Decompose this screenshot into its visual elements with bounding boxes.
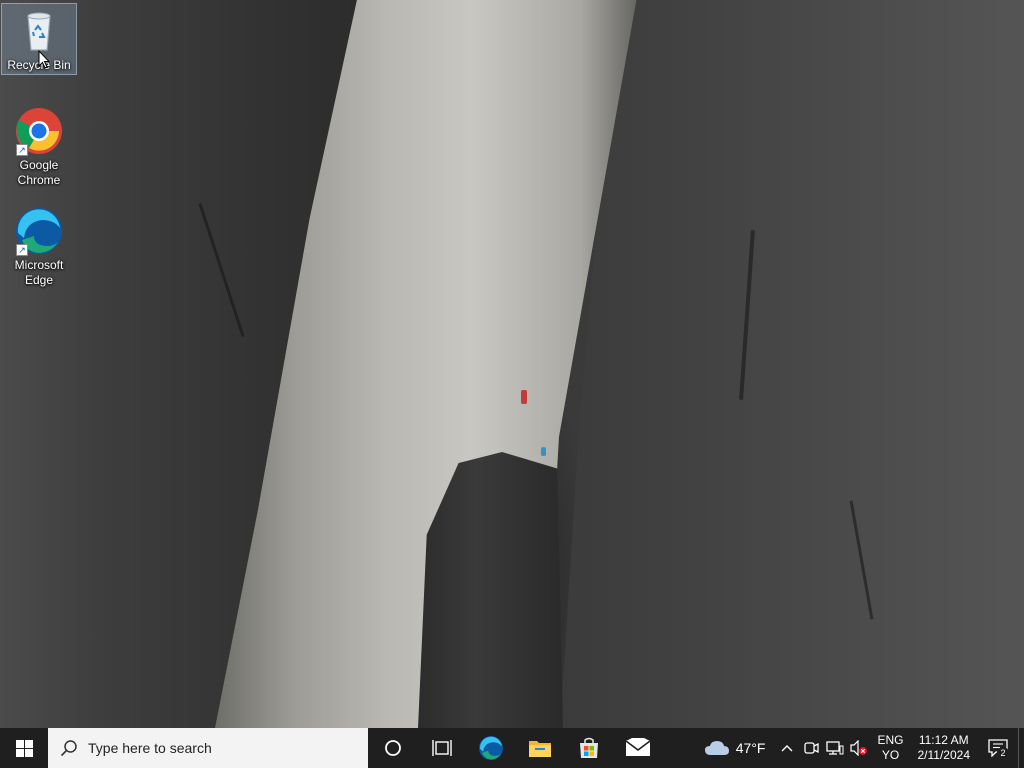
- mail-icon: [625, 738, 650, 756]
- wallpaper-climber: [541, 447, 546, 456]
- input-language-indicator[interactable]: ENG YO: [871, 733, 909, 763]
- taskbar-microsoft-store-button[interactable]: [564, 728, 613, 768]
- weather-widget[interactable]: 47°F: [698, 739, 776, 757]
- keyboard-layout-code: YO: [881, 748, 900, 762]
- cortana-button[interactable]: [368, 728, 417, 768]
- task-view-button[interactable]: [417, 728, 466, 768]
- file-explorer-icon: [528, 741, 551, 757]
- task-view-icon: [431, 740, 452, 756]
- windows-logo-icon: [15, 739, 33, 757]
- search-placeholder: Type here to search: [88, 740, 212, 756]
- chrome-icon: ↗: [14, 106, 64, 156]
- language-code: ENG: [877, 733, 904, 747]
- taskbar-edge-button[interactable]: [466, 728, 515, 768]
- tray-volume-button[interactable]: [847, 728, 871, 768]
- tray-device-button[interactable]: [799, 728, 823, 768]
- weather-temperature: 47°F: [735, 740, 766, 756]
- clock-time: 11:12 AM: [918, 733, 969, 747]
- system-tray: 47°F ENG YO 11:12 AM 2/11/2024 2: [698, 728, 1024, 768]
- show-desktop-button[interactable]: [1018, 728, 1024, 768]
- edge-icon: [478, 736, 503, 760]
- shortcut-arrow-icon: ↗: [16, 144, 28, 156]
- mouse-cursor-icon: [38, 50, 50, 69]
- clock[interactable]: 11:12 AM 2/11/2024: [910, 733, 979, 763]
- desktop-icon-microsoft-edge[interactable]: ↗ Microsoft Edge: [2, 204, 76, 288]
- volume-muted-icon: [850, 740, 868, 756]
- shortcut-arrow-icon: ↗: [16, 244, 28, 256]
- show-hidden-icons-button[interactable]: [775, 728, 799, 768]
- desktop-icon-label: Google Chrome: [17, 158, 61, 187]
- desktop[interactable]: Recycle Bin ↗ Google Chrome ↗ Microsoft …: [0, 0, 1024, 728]
- notification-count-badge: 2: [997, 747, 1009, 759]
- taskbar-search-box[interactable]: Type here to search: [48, 728, 368, 768]
- tray-network-button[interactable]: [823, 728, 847, 768]
- taskbar: Type here to search 47°F ENG YO 11:12 AM…: [0, 728, 1024, 768]
- meet-now-icon: [804, 742, 820, 754]
- network-icon: [826, 741, 844, 755]
- start-button[interactable]: [0, 728, 48, 768]
- action-center-button[interactable]: 2: [978, 728, 1018, 768]
- cloud-icon: [704, 741, 729, 755]
- wallpaper-climber: [521, 390, 527, 404]
- edge-icon: ↗: [14, 206, 64, 256]
- recycle-bin-icon: [14, 6, 64, 56]
- desktop-icon-google-chrome[interactable]: ↗ Google Chrome: [2, 104, 76, 188]
- taskbar-mail-button[interactable]: [613, 728, 662, 768]
- clock-date: 2/11/2024: [917, 748, 971, 762]
- microsoft-store-icon: [579, 737, 598, 758]
- chevron-up-icon: [781, 745, 793, 752]
- cortana-icon: [384, 740, 401, 756]
- desktop-icon-label: Microsoft Edge: [14, 258, 64, 287]
- search-icon: [60, 740, 77, 757]
- taskbar-file-explorer-button[interactable]: [515, 728, 564, 768]
- wallpaper-rock-right: [560, 0, 1024, 728]
